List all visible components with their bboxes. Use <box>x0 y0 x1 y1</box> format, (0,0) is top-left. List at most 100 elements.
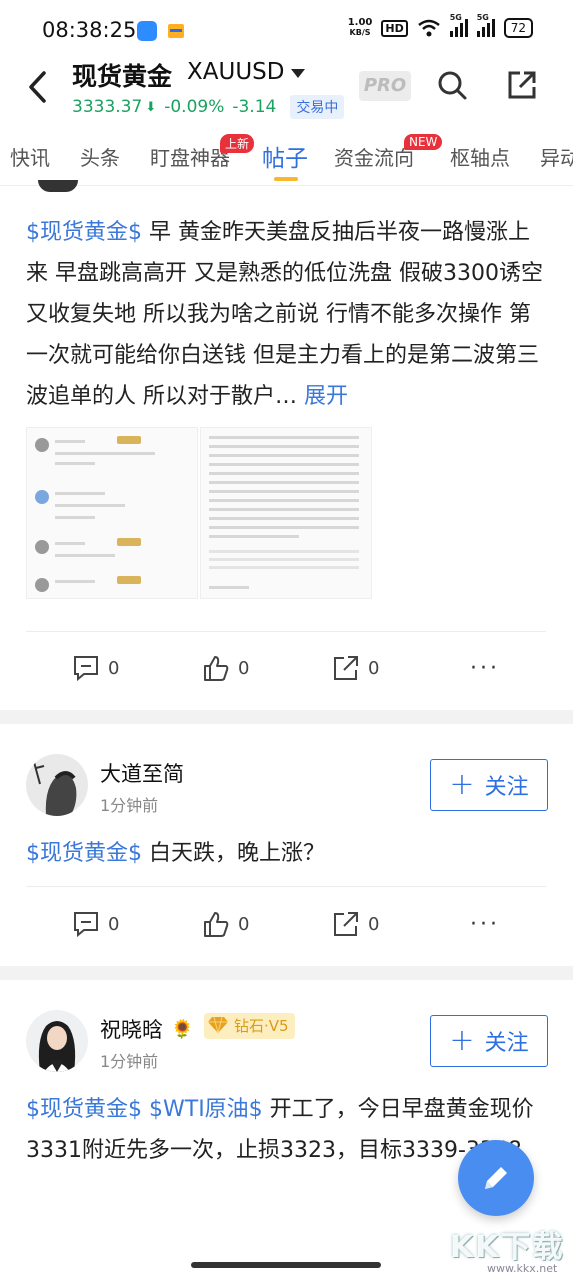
comment-button[interactable]: 0 <box>72 654 119 682</box>
hd-badge: HD <box>381 19 408 37</box>
post-tag-link[interactable]: $现货黄金$ <box>26 841 142 866</box>
tab-capital-flow[interactable]: 资金流向 <box>334 142 414 171</box>
like-button[interactable]: 0 <box>202 654 249 682</box>
vip-level-label: 钻石·V5 <box>234 1017 289 1035</box>
user-name[interactable]: 大道至简 <box>100 758 184 788</box>
share-button[interactable]: 0 <box>332 910 379 938</box>
thumb-avatar <box>35 490 49 504</box>
comment-button[interactable]: 0 <box>72 910 119 938</box>
status-bar: 08:38:25 1.00 KB/S HD 5G 5G 72 <box>0 0 573 62</box>
thumb-avatar <box>35 540 49 554</box>
thumb-line <box>209 436 359 439</box>
share-button[interactable]: 0 <box>332 654 379 682</box>
post-content: 白天跌，晚上涨？ <box>142 841 325 866</box>
status-indicators: 1.00 KB/S HD 5G 5G 72 <box>348 13 533 38</box>
thumb-line <box>209 454 359 457</box>
thumb-avatar <box>35 578 49 592</box>
comment-count: 0 <box>108 913 120 935</box>
post-content: 早 黄金昨天美盘反抽后半夜一路慢涨上来 早盘跳高高开 又是熟悉的低位洗盘 假破3… <box>26 220 543 409</box>
like-count: 0 <box>238 913 250 935</box>
change-absolute: -3.14 <box>232 97 277 117</box>
tab-new-badge: 上新 <box>220 134 255 153</box>
thumb-line <box>55 452 155 455</box>
share-count: 0 <box>368 657 380 679</box>
network-speed: 1.00 KB/S <box>348 18 373 38</box>
back-icon[interactable] <box>24 67 54 107</box>
sunflower-icon: 🌻 <box>171 1019 194 1040</box>
thumb-line <box>209 472 359 475</box>
search-icon[interactable] <box>436 69 468 101</box>
wifi-icon <box>417 19 440 37</box>
home-indicator[interactable] <box>191 1262 381 1268</box>
more-options-icon[interactable]: ··· <box>470 914 500 936</box>
watermark-url: www.kkx.net <box>487 1262 558 1275</box>
diamond-icon <box>208 1016 228 1034</box>
net-speed-value: 1.00 <box>347 17 373 28</box>
status-time: 08:38:25 <box>42 18 137 42</box>
avatar[interactable] <box>26 754 88 816</box>
pro-button[interactable]: PRO <box>359 71 411 101</box>
last-price: 3333.37 <box>72 97 143 117</box>
tab-anomaly[interactable]: 异动 <box>540 142 573 171</box>
change-percent: -0.09% <box>164 97 225 117</box>
post-tag-link[interactable]: $现货黄金$ <box>26 1097 142 1122</box>
follow-label: 关注 <box>484 1031 529 1056</box>
down-arrow-icon: ⬇ <box>145 99 157 115</box>
share-count: 0 <box>368 913 380 935</box>
app-notification-icon-2 <box>168 24 184 38</box>
thumb-avatar <box>35 438 49 452</box>
thumb-line <box>55 554 115 557</box>
thumb-line <box>55 504 125 507</box>
avatar-image <box>26 754 88 816</box>
user-name[interactable]: 祝晓晗 <box>100 1014 163 1044</box>
instrument-symbol[interactable]: XAUUSD <box>187 59 284 85</box>
expand-link[interactable]: 展开 <box>304 384 348 409</box>
tab-flash-news[interactable]: 快讯 <box>10 142 50 171</box>
signal-label-2: 5G <box>476 13 489 22</box>
plus-icon: + <box>449 1023 475 1058</box>
post-tag-link[interactable]: $现货黄金$ <box>26 220 142 245</box>
divider-line <box>26 886 546 887</box>
post-image-1[interactable] <box>26 427 198 599</box>
follow-button[interactable]: + 关注 <box>430 1015 548 1067</box>
thumb-line <box>209 490 359 493</box>
signal-label-1: 5G <box>449 13 462 22</box>
post-tag-link-2[interactable]: $WTI原油$ <box>149 1097 263 1122</box>
tab-bar: 快讯 头条 盯盘神器 上新 帖子 资金流向 NEW 枢轴点 异动 <box>0 130 573 186</box>
thumb-line <box>55 492 105 495</box>
tab-pivot-points[interactable]: 枢轴点 <box>450 142 510 171</box>
thumb-line <box>209 586 249 589</box>
like-button[interactable]: 0 <box>202 910 249 938</box>
tab-posts[interactable]: 帖子 <box>262 139 308 173</box>
follow-button[interactable]: + 关注 <box>430 759 548 811</box>
thumbs-up-icon <box>204 912 229 937</box>
post-image-2[interactable] <box>200 427 372 599</box>
share-icon[interactable] <box>506 69 538 101</box>
net-speed-unit: KB/S <box>349 28 371 37</box>
battery-indicator: 72 <box>503 18 533 38</box>
thumb-badge <box>117 436 141 444</box>
avatar[interactable] <box>38 180 78 192</box>
tab-headlines[interactable]: 头条 <box>80 142 120 171</box>
instrument-title[interactable]: 现货黄金 <box>72 57 172 93</box>
tab-monitor-tool[interactable]: 盯盘神器 <box>150 142 230 171</box>
comment-icon <box>74 656 98 682</box>
price-row: 3333.37 ⬇ -0.09% -3.14 交易中 <box>72 95 345 119</box>
post-time: 1分钟前 <box>100 1052 159 1071</box>
avatar-image <box>26 1010 88 1072</box>
post-body[interactable]: $现货黄金$ 白天跌，晚上涨？ <box>26 833 546 874</box>
compose-post-button[interactable] <box>458 1140 534 1216</box>
share-icon <box>334 656 358 680</box>
post-action-bar: 0 0 0 ··· <box>0 640 573 700</box>
thumb-line <box>209 499 359 502</box>
plus-icon: + <box>449 767 475 802</box>
post-body[interactable]: $现货黄金$ 早 黄金昨天美盘反抽后半夜一路慢涨上来 早盘跳高高开 又是熟悉的低… <box>26 212 546 417</box>
follow-label: 关注 <box>484 775 529 800</box>
thumb-badge <box>117 576 141 584</box>
more-options-icon[interactable]: ··· <box>470 658 500 680</box>
thumb-line <box>209 535 299 538</box>
section-divider <box>0 966 573 980</box>
avatar[interactable] <box>26 1010 88 1072</box>
chevron-down-icon[interactable] <box>291 69 305 78</box>
section-divider <box>0 710 573 724</box>
